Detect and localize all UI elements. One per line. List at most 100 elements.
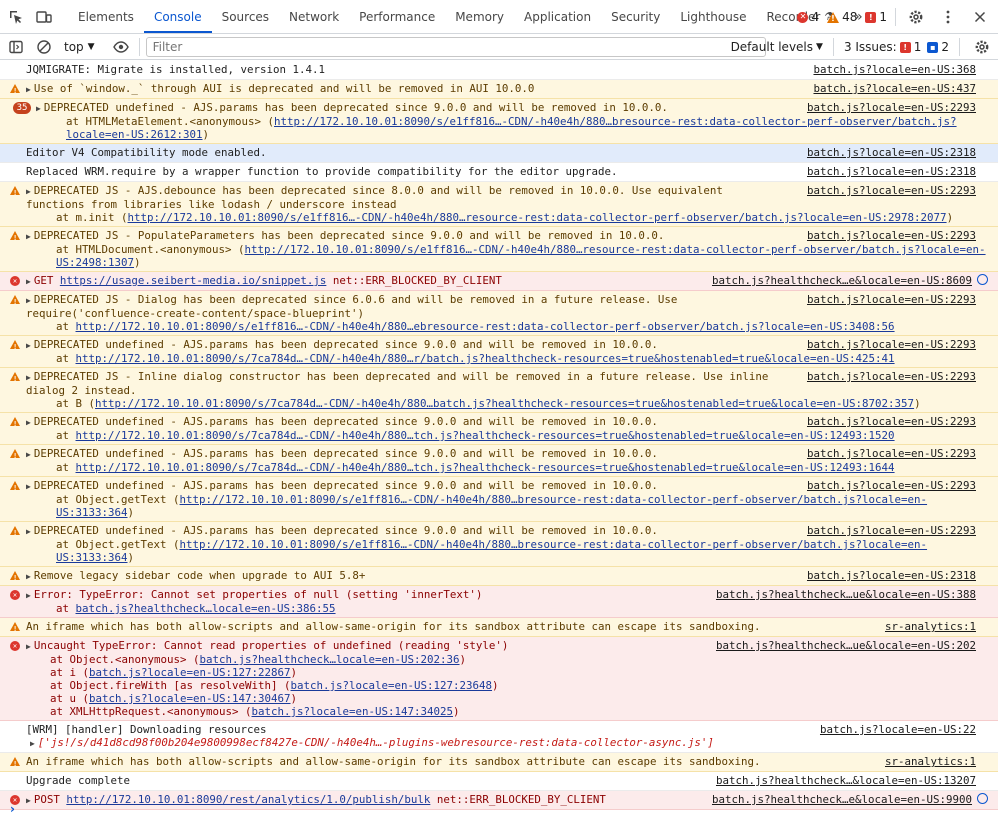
network-globe-icon[interactable] (977, 793, 988, 804)
source-link[interactable]: batch.js?locale=en-US:2293 (807, 184, 998, 197)
source-link[interactable]: batch.js?healthcheck…e&locale=en-US:8609 (712, 274, 998, 287)
context-selector[interactable]: top ▼ (56, 40, 103, 54)
settings-gear-icon[interactable] (904, 5, 928, 29)
source-link[interactable]: batch.js?locale=en-US:2293 (807, 370, 998, 383)
expand-triangle-icon[interactable]: ▶ (26, 416, 31, 429)
issues-count[interactable]: ! 1 (865, 10, 887, 24)
warning-count[interactable]: 48 (827, 10, 857, 24)
sidebar-toggle-icon[interactable] (4, 35, 28, 59)
expand-triangle-icon[interactable]: ▶ (26, 448, 31, 461)
stack-frame-link[interactable]: http://172.10.10.01:8090/s/7ca784d…-CDN/… (76, 461, 895, 474)
tab-memory[interactable]: Memory (445, 0, 514, 33)
console-prompt[interactable]: › (10, 802, 15, 816)
console-message[interactable]: batch.js?locale=en-US:2293 ▶DEPRECATED JS… (0, 227, 998, 272)
error-count[interactable]: ✕ 4 (797, 10, 819, 24)
tab-security[interactable]: Security (601, 0, 670, 33)
stack-frame-link[interactable]: batch.js?locale=en-US:147:30467 (89, 692, 291, 705)
console-message[interactable]: ✕ batch.js?healthcheck…e&locale=en-US:860… (0, 272, 998, 291)
tab-network[interactable]: Network (279, 0, 349, 33)
source-link[interactable]: sr-analytics:1 (885, 620, 998, 633)
tab-lighthouse[interactable]: Lighthouse (670, 0, 756, 33)
console-message[interactable]: ✕ batch.js?healthcheck…ue&locale=en-US:20… (0, 637, 998, 721)
tab-performance[interactable]: Performance (349, 0, 445, 33)
device-toolbar-icon[interactable] (32, 5, 56, 29)
console-message[interactable]: sr-analytics:1 An iframe which has both a… (0, 618, 998, 637)
source-link[interactable]: batch.js?locale=en-US:2318 (807, 146, 998, 159)
expand-triangle-icon[interactable]: ▶ (26, 230, 31, 243)
source-link[interactable]: batch.js?locale=en-US:437 (813, 82, 998, 95)
clear-console-icon[interactable] (32, 35, 56, 59)
expand-triangle-icon[interactable]: ▶ (26, 589, 31, 602)
source-link[interactable]: batch.js?locale=en-US:2293 (807, 338, 998, 351)
close-devtools-icon[interactable] (968, 5, 992, 29)
expand-triangle-icon[interactable]: ▶ (26, 640, 31, 653)
source-link[interactable]: batch.js?locale=en-US:368 (813, 63, 998, 76)
console-message[interactable]: batch.js?locale=en-US:2293 ▶DEPRECATED un… (0, 522, 998, 567)
stack-frame-link[interactable]: http://172.10.10.01:8090/s/7ca784d…-CDN/… (76, 429, 895, 442)
stack-frame-link[interactable]: http://172.10.10.01:8090/s/e1ff816…-CDN/… (128, 211, 947, 224)
expand-triangle-icon[interactable]: ▶ (26, 83, 31, 96)
source-link[interactable]: batch.js?locale=en-US:22 (820, 723, 998, 736)
expand-triangle-icon[interactable]: ▶ (26, 185, 31, 198)
source-link[interactable]: batch.js?healthcheck…ue&locale=en-US:202 (716, 639, 998, 652)
request-url-link[interactable]: http://172.10.10.01:8090/rest/analytics/… (66, 793, 430, 806)
console-message[interactable]: sr-analytics:1 An iframe which has both a… (0, 753, 998, 772)
source-link[interactable]: batch.js?locale=en-US:2293 (807, 524, 998, 537)
log-levels-dropdown[interactable]: Default levels ▼ (731, 40, 823, 54)
source-link[interactable]: batch.js?locale=en-US:2293 (807, 447, 998, 460)
tab-application[interactable]: Application (514, 0, 601, 33)
inspect-element-icon[interactable] (4, 5, 28, 29)
stack-frame-link[interactable]: http://172.10.10.01:8090/s/e1ff816…-CDN/… (56, 493, 927, 519)
console-message[interactable]: batch.js?locale=en-US:2293 ▶DEPRECATED un… (0, 445, 998, 477)
array-value[interactable]: ▶ ['js!/s/d41d8cd98f00b204e9800998ecf8427… (26, 736, 998, 750)
console-message[interactable]: batch.js?healthcheck…&locale=en-US:13207… (0, 772, 998, 791)
network-globe-icon[interactable] (977, 274, 988, 285)
console-settings-gear-icon[interactable] (970, 35, 994, 59)
expand-triangle-icon[interactable]: ▶ (26, 570, 31, 583)
expand-triangle-icon[interactable]: ▶ (36, 102, 41, 115)
source-link[interactable]: batch.js?healthcheck…e&locale=en-US:9900 (712, 793, 998, 806)
source-link[interactable]: batch.js?locale=en-US:2293 (807, 293, 998, 306)
expand-triangle-icon[interactable]: ▶ (26, 794, 31, 807)
console-message[interactable]: batch.js?locale=en-US:2293 ▶DEPRECATED un… (0, 336, 998, 368)
console-message[interactable]: batch.js?locale=en-US:437 ▶Use of `window… (0, 80, 998, 99)
stack-frame-link[interactable]: http://172.10.10.01:8090/s/7ca784d…-CDN/… (76, 352, 895, 365)
console-message[interactable]: batch.js?locale=en-US:2293 ▶DEPRECATED un… (0, 477, 998, 522)
console-message[interactable]: batch.js?locale=en-US:22 [WRM] [handler] … (0, 721, 998, 753)
tab-elements[interactable]: Elements (68, 0, 144, 33)
console-message[interactable]: batch.js?locale=en-US:2318 Replaced WRM.r… (0, 163, 998, 182)
more-options-icon[interactable] (936, 5, 960, 29)
stack-frame-link[interactable]: http://172.10.10.01:8090/s/e1ff816…-CDN/… (56, 538, 927, 564)
expand-triangle-icon[interactable]: ▶ (26, 480, 31, 493)
source-link[interactable]: batch.js?locale=en-US:2293 (807, 229, 998, 242)
source-link[interactable]: batch.js?healthcheck…&locale=en-US:13207 (716, 774, 998, 787)
stack-frame-link[interactable]: batch.js?locale=en-US:147:34025 (252, 705, 454, 718)
expand-triangle-icon[interactable]: ▶ (26, 275, 31, 288)
console-message[interactable]: batch.js?locale=en-US:2318 Editor V4 Comp… (0, 144, 998, 163)
filter-input[interactable]: Filter (145, 36, 766, 57)
console-message[interactable]: batch.js?locale=en-US:2293 ▶DEPRECATED JS… (0, 182, 998, 227)
console-message[interactable]: ✕ batch.js?healthcheck…e&locale=en-US:990… (0, 791, 998, 810)
tab-sources[interactable]: Sources (212, 0, 279, 33)
console-message[interactable]: batch.js?locale=en-US:368 JQMIGRATE: Migr… (0, 61, 998, 80)
source-link[interactable]: batch.js?locale=en-US:2293 (807, 101, 998, 114)
issues-link[interactable]: 3 Issues: ! 1 ▪ 2 (844, 40, 949, 54)
console-message[interactable]: batch.js?locale=en-US:2293 ▶DEPRECATED un… (0, 413, 998, 445)
source-link[interactable]: batch.js?locale=en-US:2293 (807, 479, 998, 492)
expand-triangle-icon[interactable]: ▶ (26, 339, 31, 352)
source-link[interactable]: sr-analytics:1 (885, 755, 998, 768)
stack-frame-link[interactable]: batch.js?healthcheck…locale=en-US:202:36 (200, 653, 460, 666)
console-message[interactable]: batch.js?locale=en-US:2293 ▶DEPRECATED JS… (0, 368, 998, 413)
request-url-link[interactable]: https://usage.seibert-media.io/snippet.j… (60, 274, 327, 287)
stack-frame-link[interactable]: http://172.10.10.01:8090/s/e1ff816…-CDN/… (76, 320, 895, 333)
console-message[interactable]: 35 batch.js?locale=en-US:2293 ▶ DEPRECATED … (0, 99, 998, 144)
source-link[interactable]: batch.js?healthcheck…ue&locale=en-US:388 (716, 588, 998, 601)
source-link[interactable]: batch.js?locale=en-US:2293 (807, 415, 998, 428)
tab-console[interactable]: Console (143, 0, 212, 33)
expand-triangle-icon[interactable]: ▶ (26, 525, 31, 538)
console-message[interactable]: batch.js?locale=en-US:2293 ▶DEPRECATED JS… (0, 291, 998, 336)
stack-frame-link[interactable]: http://172.10.10.01:8090/s/7ca784d…-CDN/… (95, 397, 914, 410)
live-expression-eye-icon[interactable] (109, 35, 133, 59)
source-link[interactable]: batch.js?locale=en-US:2318 (807, 165, 998, 178)
expand-triangle-icon[interactable]: ▶ (30, 737, 35, 750)
